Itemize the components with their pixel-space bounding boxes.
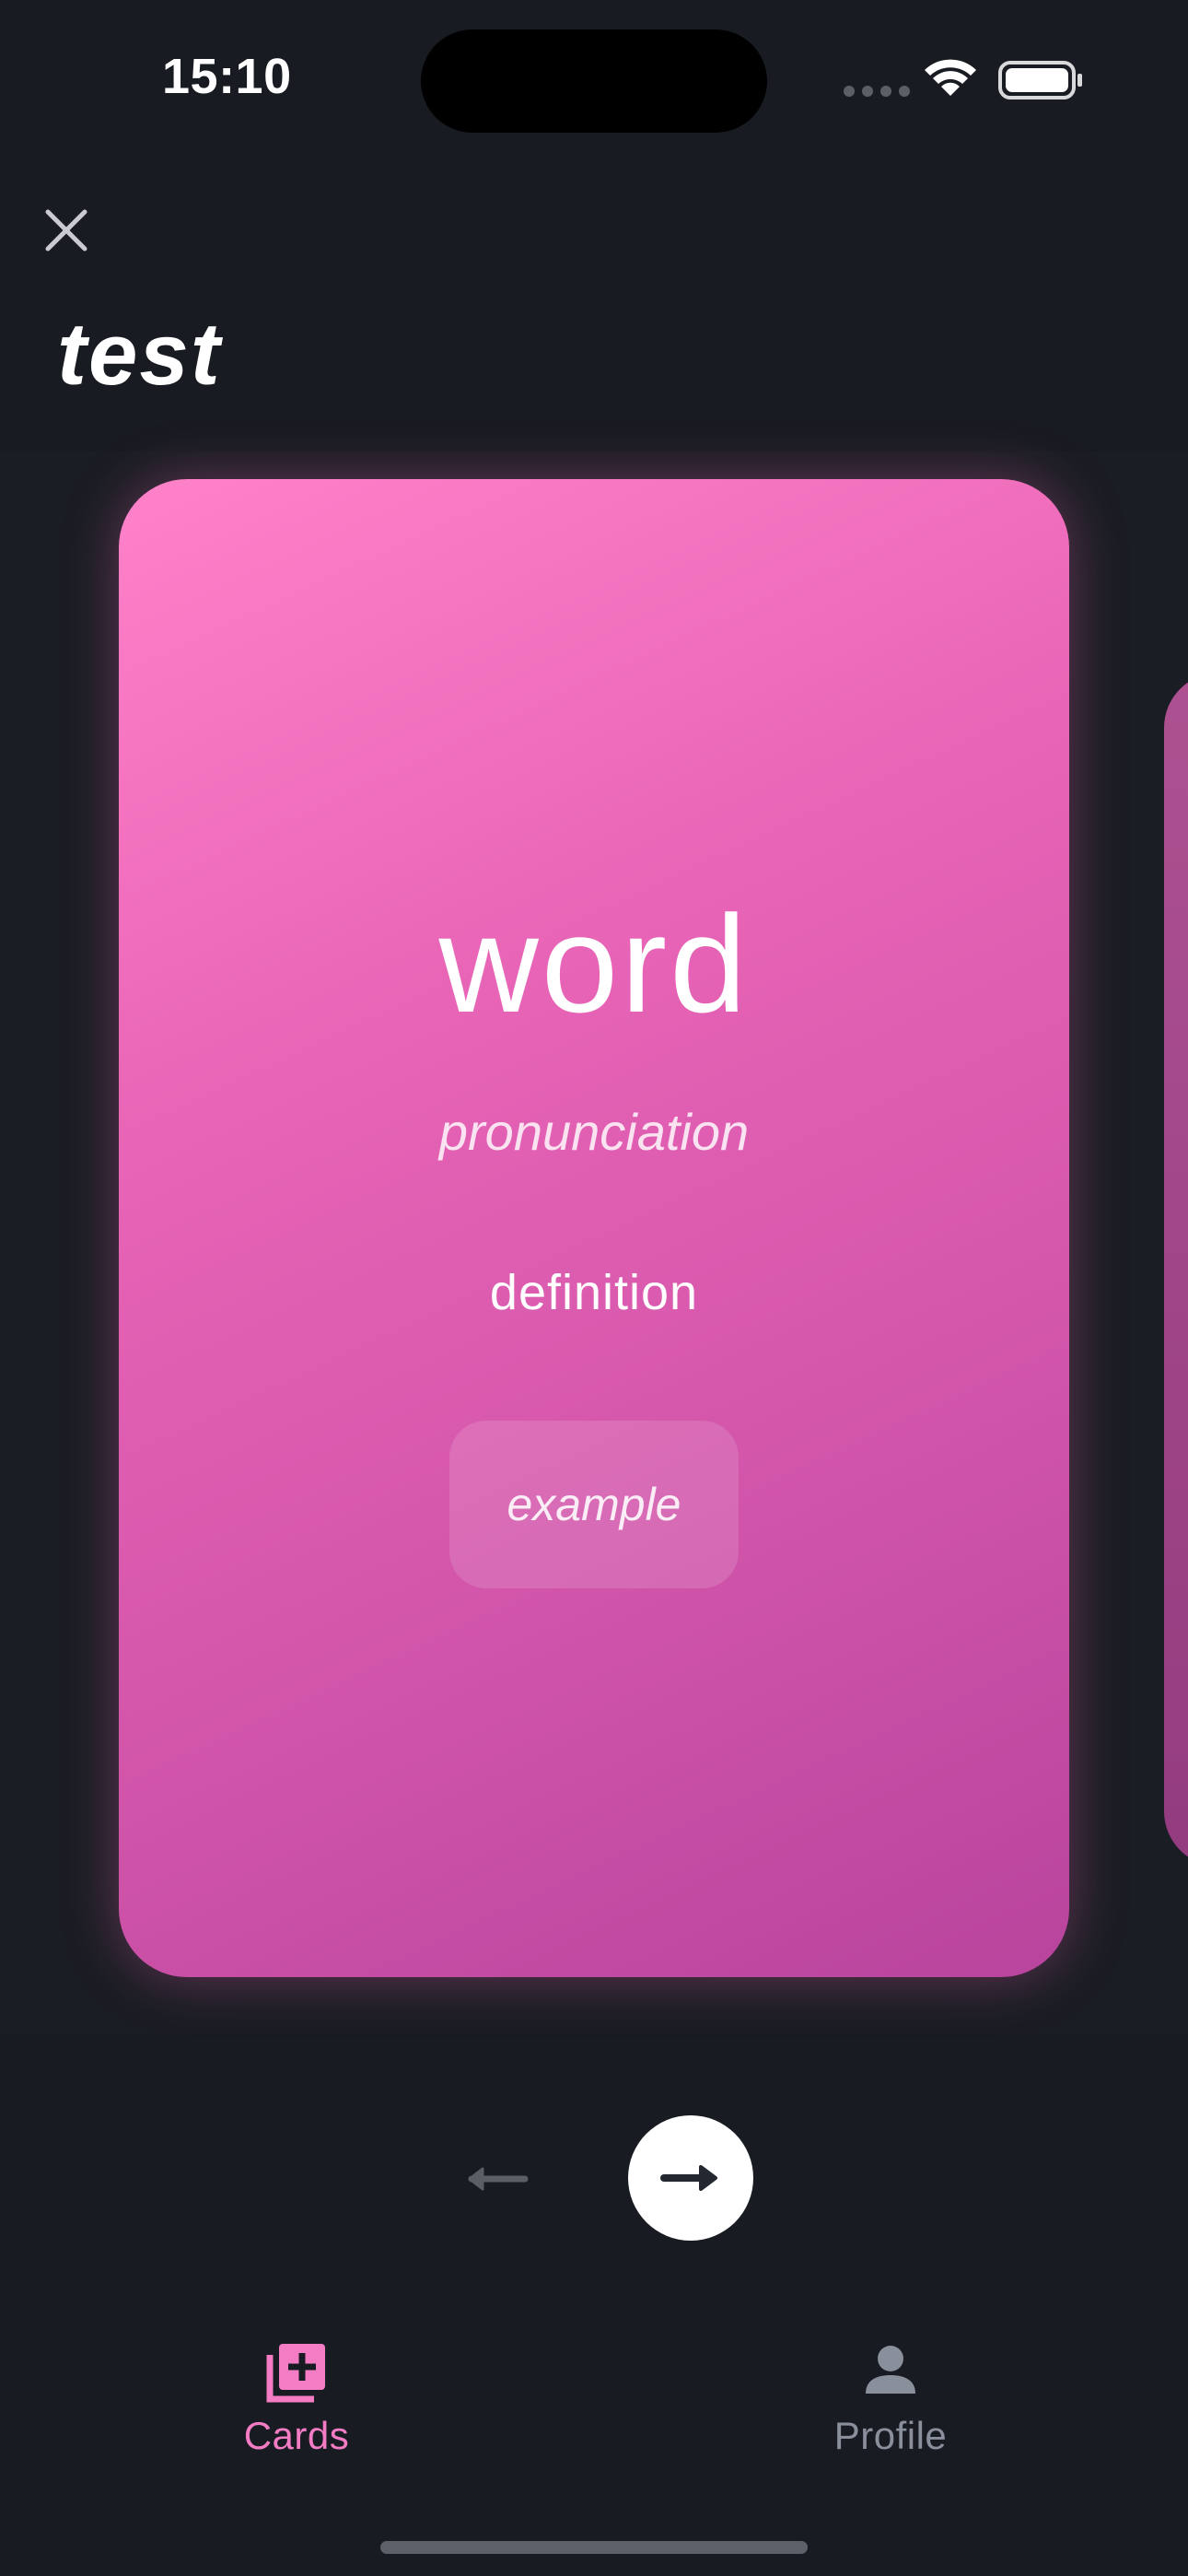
arrow-left-icon <box>468 2167 529 2191</box>
close-button[interactable] <box>37 201 96 260</box>
battery-full-icon <box>998 61 1082 100</box>
cellular-dots-icon <box>844 86 910 97</box>
status-icons <box>840 55 1089 101</box>
close-icon <box>45 209 87 252</box>
dynamic-island <box>421 29 767 133</box>
flashcard-screen: 15:10 test word pronunciation definition… <box>0 0 1188 2576</box>
card-word: word <box>438 886 750 1041</box>
tab-profile[interactable]: Profile <box>771 2340 1010 2469</box>
wifi-icon <box>925 59 976 96</box>
arrow-right-icon <box>660 2165 717 2191</box>
flashcard[interactable] <box>119 479 1069 1977</box>
next-card-button[interactable] <box>628 2115 753 2241</box>
card-pronunciation: pronunciation <box>438 1103 750 1161</box>
tab-profile-label: Profile <box>833 2414 948 2457</box>
status-time: 15:10 <box>162 49 292 104</box>
card-definition: definition <box>489 1265 699 1320</box>
deck-title: test <box>57 305 222 404</box>
previous-card-button[interactable] <box>460 2147 534 2211</box>
home-indicator[interactable] <box>380 2541 808 2554</box>
tab-cards-label: Cards <box>243 2414 350 2457</box>
card-example: example <box>449 1421 739 1588</box>
tab-cards[interactable]: Cards <box>177 2340 416 2469</box>
person-icon <box>866 2346 915 2394</box>
add-cards-icon <box>266 2344 325 2403</box>
